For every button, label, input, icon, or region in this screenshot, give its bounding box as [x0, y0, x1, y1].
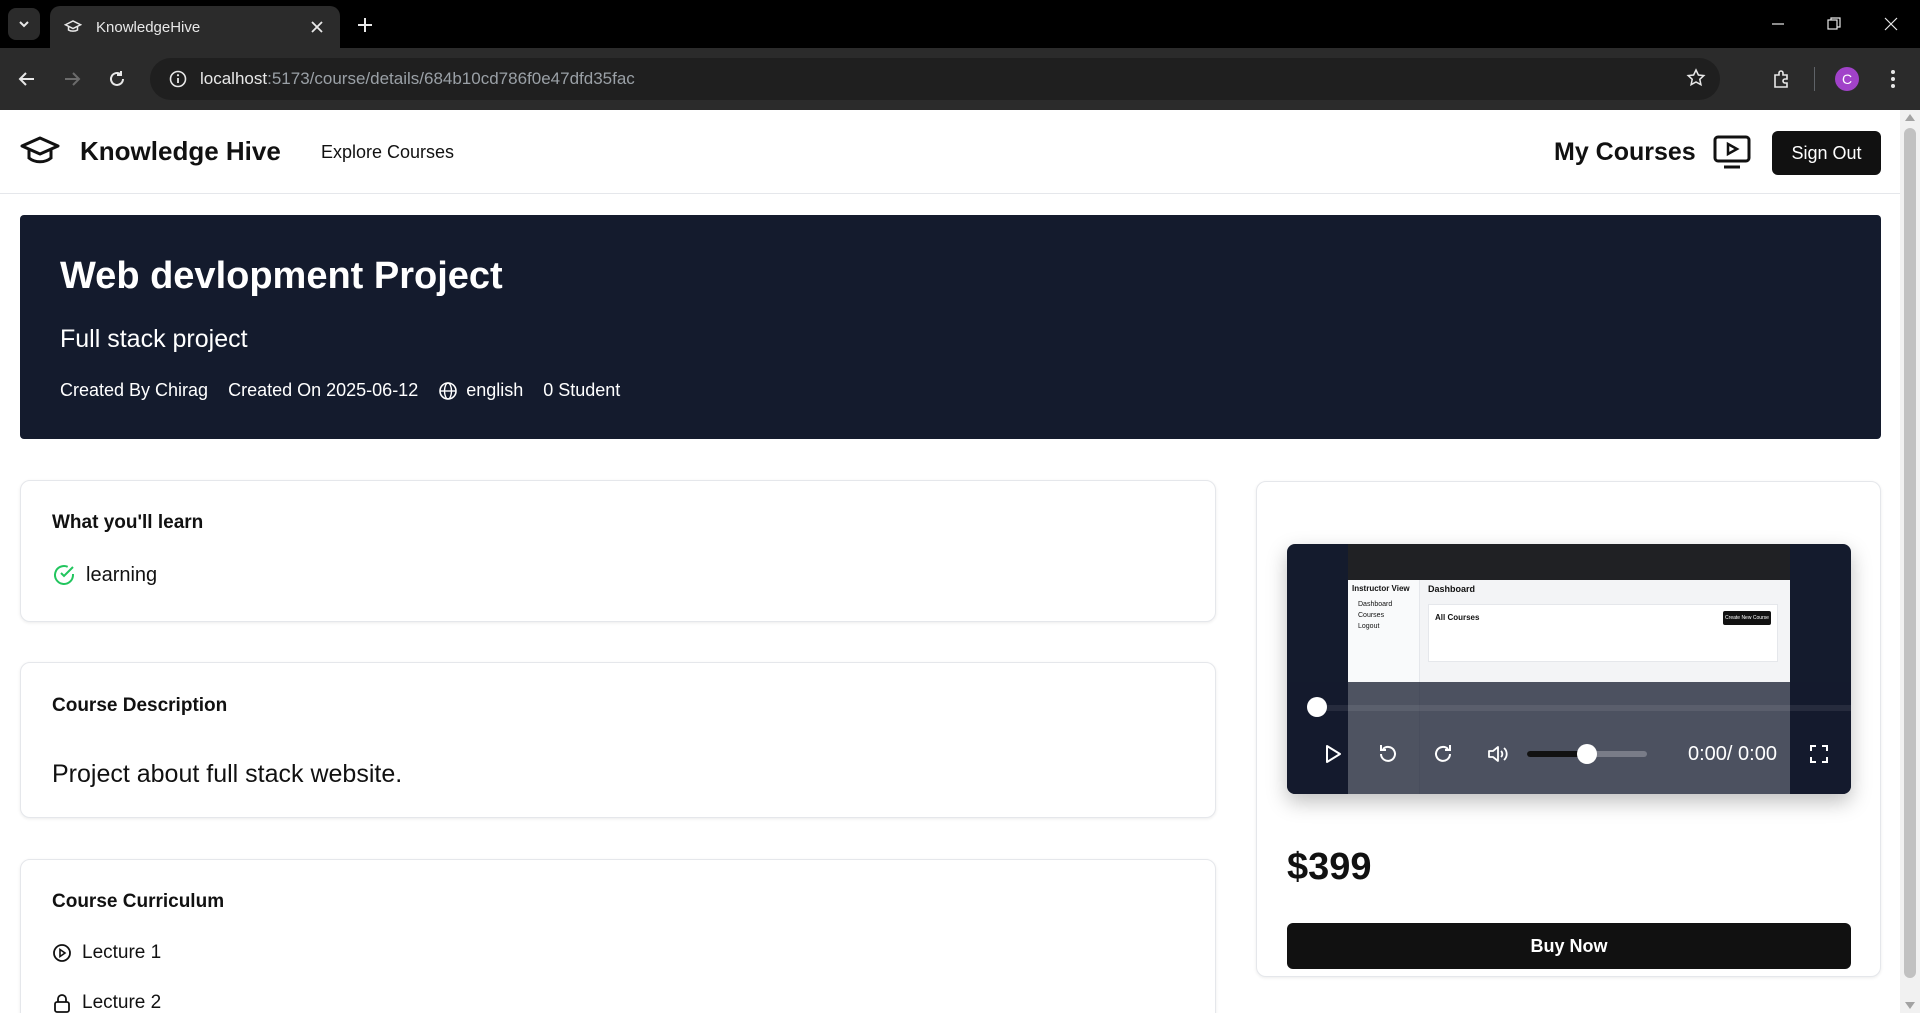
brand-name[interactable]: Knowledge Hive [80, 136, 281, 167]
toolbar-separator [1814, 67, 1815, 91]
sign-out-button[interactable]: Sign Out [1772, 131, 1881, 175]
lecture-item[interactable]: Lecture 1 [52, 942, 161, 964]
course-subtitle: Full stack project [60, 325, 248, 353]
url-text: localhost:5173/course/details/684b10cd78… [200, 69, 635, 88]
lock-icon [52, 993, 72, 1013]
forward-icon[interactable] [1429, 740, 1457, 768]
learn-item: learning [52, 563, 157, 587]
reload-button[interactable] [100, 62, 134, 96]
video-player[interactable]: Instructor View Dashboard Courses Logout… [1287, 544, 1851, 794]
info-icon[interactable] [156, 70, 200, 88]
seek-handle[interactable] [1307, 697, 1327, 717]
browser-toolbar: localhost:5173/course/details/684b10cd78… [0, 48, 1920, 110]
graduation-cap-icon[interactable] [20, 134, 60, 173]
created-by: Created By Chirag [60, 380, 209, 400]
volume-icon[interactable] [1484, 740, 1512, 768]
student-count: 0 Student [543, 380, 621, 400]
graduation-cap-icon [64, 18, 82, 36]
site-header: Knowledge Hive Explore Courses My Course… [0, 110, 1900, 194]
lecture-title: Lecture 1 [82, 942, 162, 963]
globe-icon [438, 381, 458, 401]
time-display: 0:00/ 0:00 [1688, 743, 1777, 765]
minimize-button[interactable] [1764, 10, 1792, 38]
scrollbar-thumb[interactable] [1904, 128, 1916, 978]
arrow-right-icon [65, 72, 81, 86]
chevron-down-icon [19, 21, 29, 28]
address-bar[interactable]: localhost:5173/course/details/684b10cd78… [150, 58, 1720, 100]
explore-courses-link[interactable]: Explore Courses [321, 142, 454, 163]
learn-item-text: learning [86, 563, 158, 586]
fullscreen-icon[interactable] [1805, 740, 1833, 768]
check-circle-icon [52, 563, 76, 587]
tab-list-button[interactable] [8, 8, 40, 40]
course-meta: Created By Chirag Created On 2025-06-12 … [60, 380, 640, 401]
thumbnail-main: Dashboard All Courses Create New Course [1428, 584, 1784, 684]
scroll-down-arrow[interactable] [1905, 1002, 1915, 1009]
curriculum-heading: Course Curriculum [52, 891, 225, 912]
browser-tab[interactable]: KnowledgeHive [50, 6, 340, 48]
seek-bar[interactable] [1317, 705, 1851, 711]
scroll-up-arrow[interactable] [1905, 114, 1915, 121]
course-hero: Web devlopment Project Full stack projec… [20, 215, 1881, 439]
forward-button[interactable] [55, 62, 89, 96]
page-viewport: Knowledge Hive Explore Courses My Course… [0, 110, 1900, 1013]
lecture-title: Lecture 2 [82, 992, 162, 1013]
profile-avatar[interactable]: C [1830, 62, 1864, 96]
page-scrollbar[interactable] [1900, 110, 1920, 1013]
browser-tabbar: KnowledgeHive [0, 0, 1920, 48]
learn-heading: What you'll learn [52, 512, 204, 533]
plus-icon [358, 18, 372, 32]
rewind-icon[interactable] [1374, 740, 1402, 768]
back-button[interactable] [10, 62, 44, 96]
tab-title: KnowledgeHive [96, 18, 201, 36]
close-icon[interactable] [308, 18, 326, 36]
course-price: $399 [1287, 846, 1372, 888]
bookmark-star-icon[interactable] [1686, 68, 1706, 93]
video-controls-overlay [1287, 682, 1851, 794]
volume-handle[interactable] [1577, 744, 1597, 764]
course-title: Web devlopment Project [60, 255, 503, 297]
lecture-item[interactable]: Lecture 2 [52, 992, 161, 1013]
description-heading: Course Description [52, 695, 228, 716]
arrow-left-icon [18, 72, 34, 86]
restore-button[interactable] [1820, 10, 1848, 38]
what-you-learn-card: What you'll learn learning [20, 480, 1216, 622]
browser-menu-icon[interactable] [1876, 62, 1910, 96]
course-description-card: Course Description Project about full st… [20, 662, 1216, 818]
tv-play-icon[interactable] [1712, 134, 1752, 175]
play-icon[interactable] [1319, 740, 1347, 768]
reload-icon [110, 71, 124, 86]
play-circle-icon [52, 943, 72, 963]
my-courses-link[interactable]: My Courses [1554, 138, 1696, 167]
extensions-icon[interactable] [1765, 62, 1799, 96]
new-tab-button[interactable] [352, 12, 378, 38]
course-language: english [466, 380, 524, 400]
course-curriculum-card: Course Curriculum Lecture 1 Lecture 2 [20, 859, 1216, 1013]
created-on: Created On 2025-06-12 [228, 380, 419, 400]
purchase-card: Instructor View Dashboard Courses Logout… [1256, 481, 1881, 977]
window-close-button[interactable] [1877, 10, 1905, 38]
buy-now-button[interactable]: Buy Now [1287, 923, 1851, 969]
thumbnail-browser-chrome [1348, 544, 1790, 580]
description-text: Project about full stack website. [52, 760, 403, 788]
